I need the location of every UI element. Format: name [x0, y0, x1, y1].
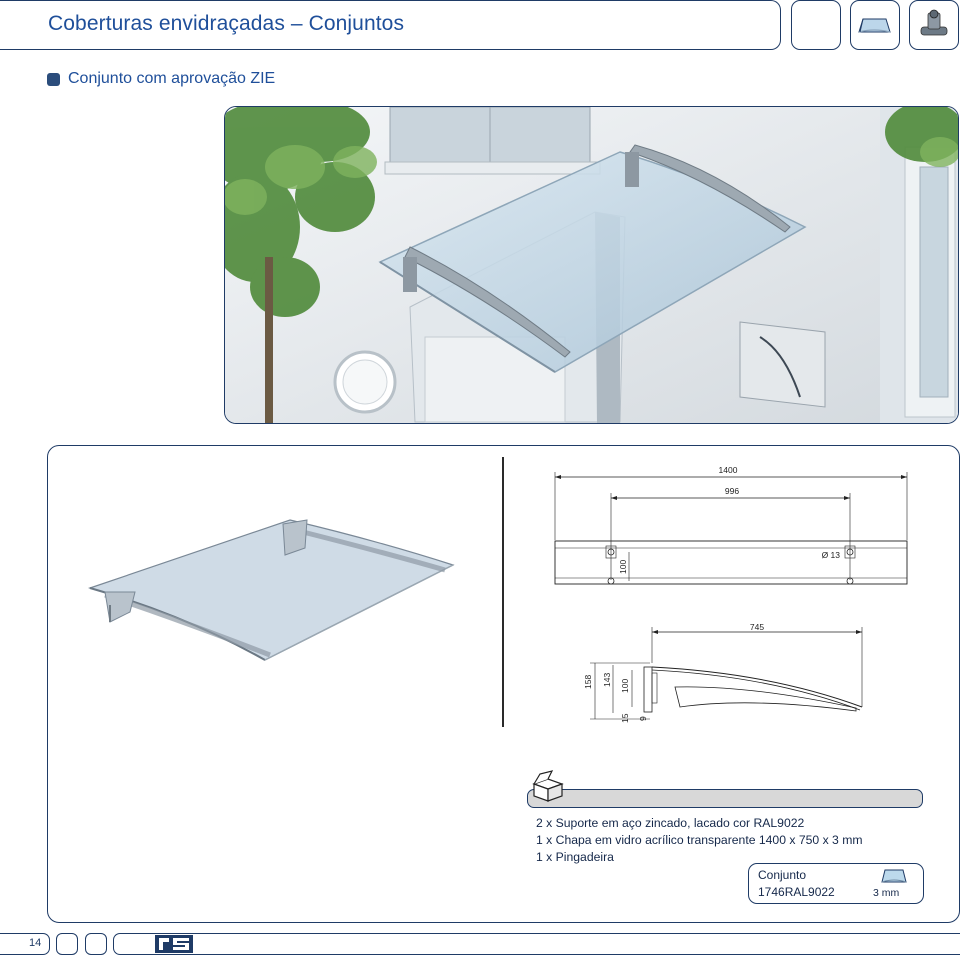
dim-hole-diameter: Ø 13: [822, 550, 841, 560]
company-logo-icon: [155, 935, 193, 953]
product-photo: [224, 106, 959, 424]
contents-bar: [527, 789, 923, 808]
dim-overall-width: 1400: [719, 465, 738, 475]
dim-bottom-offset: 15: [620, 713, 630, 723]
canopy-tab-icon[interactable]: [850, 0, 900, 50]
set-code: 1746RAL9022: [758, 885, 835, 899]
open-box-icon: [532, 770, 564, 802]
page-number: 14: [29, 937, 42, 949]
footer-nav-box[interactable]: [85, 933, 107, 955]
contents-list: 2 x Suporte em aço zincado, lacado cor R…: [536, 815, 863, 866]
section-title: Conjunto com aprovação ZIE: [68, 70, 276, 87]
page-title: Coberturas envidraçadas – Conjuntos: [48, 12, 405, 35]
dim-lower-offset: 9: [638, 716, 648, 721]
dim-hole-height: 100: [618, 560, 628, 574]
set-thickness: 3 mm: [873, 887, 900, 899]
contents-item: 1 x Chapa em vidro acrílico transparente…: [536, 833, 863, 847]
side-view-drawing: 745 158 143 100 15 9: [583, 622, 863, 723]
blank-tab-icon[interactable]: [791, 0, 841, 50]
dim-support-spacing: 996: [725, 486, 739, 496]
panel-divider: [502, 457, 504, 727]
footer-nav-box[interactable]: [56, 933, 78, 955]
section-bullet: [47, 73, 60, 86]
dim-depth: 745: [750, 622, 764, 632]
top-view-drawing: 1400 996 100 Ø 13: [554, 465, 908, 585]
footer-bar: [113, 933, 960, 955]
glass-sheet-icon: [881, 869, 907, 883]
dim-upper-height: 143: [602, 673, 612, 687]
set-label: Conjunto: [758, 868, 807, 882]
fixing-point-icon[interactable]: [909, 0, 959, 50]
page-number-box: [0, 933, 50, 955]
dim-total-height: 158: [583, 675, 593, 689]
set-box: Conjunto 1746RAL9022 3 mm: [748, 863, 924, 904]
dim-bracket-height: 100: [620, 679, 630, 693]
canopy-drawing: [87, 519, 455, 661]
contents-item: 2 x Suporte em aço zincado, lacado cor R…: [536, 816, 805, 830]
